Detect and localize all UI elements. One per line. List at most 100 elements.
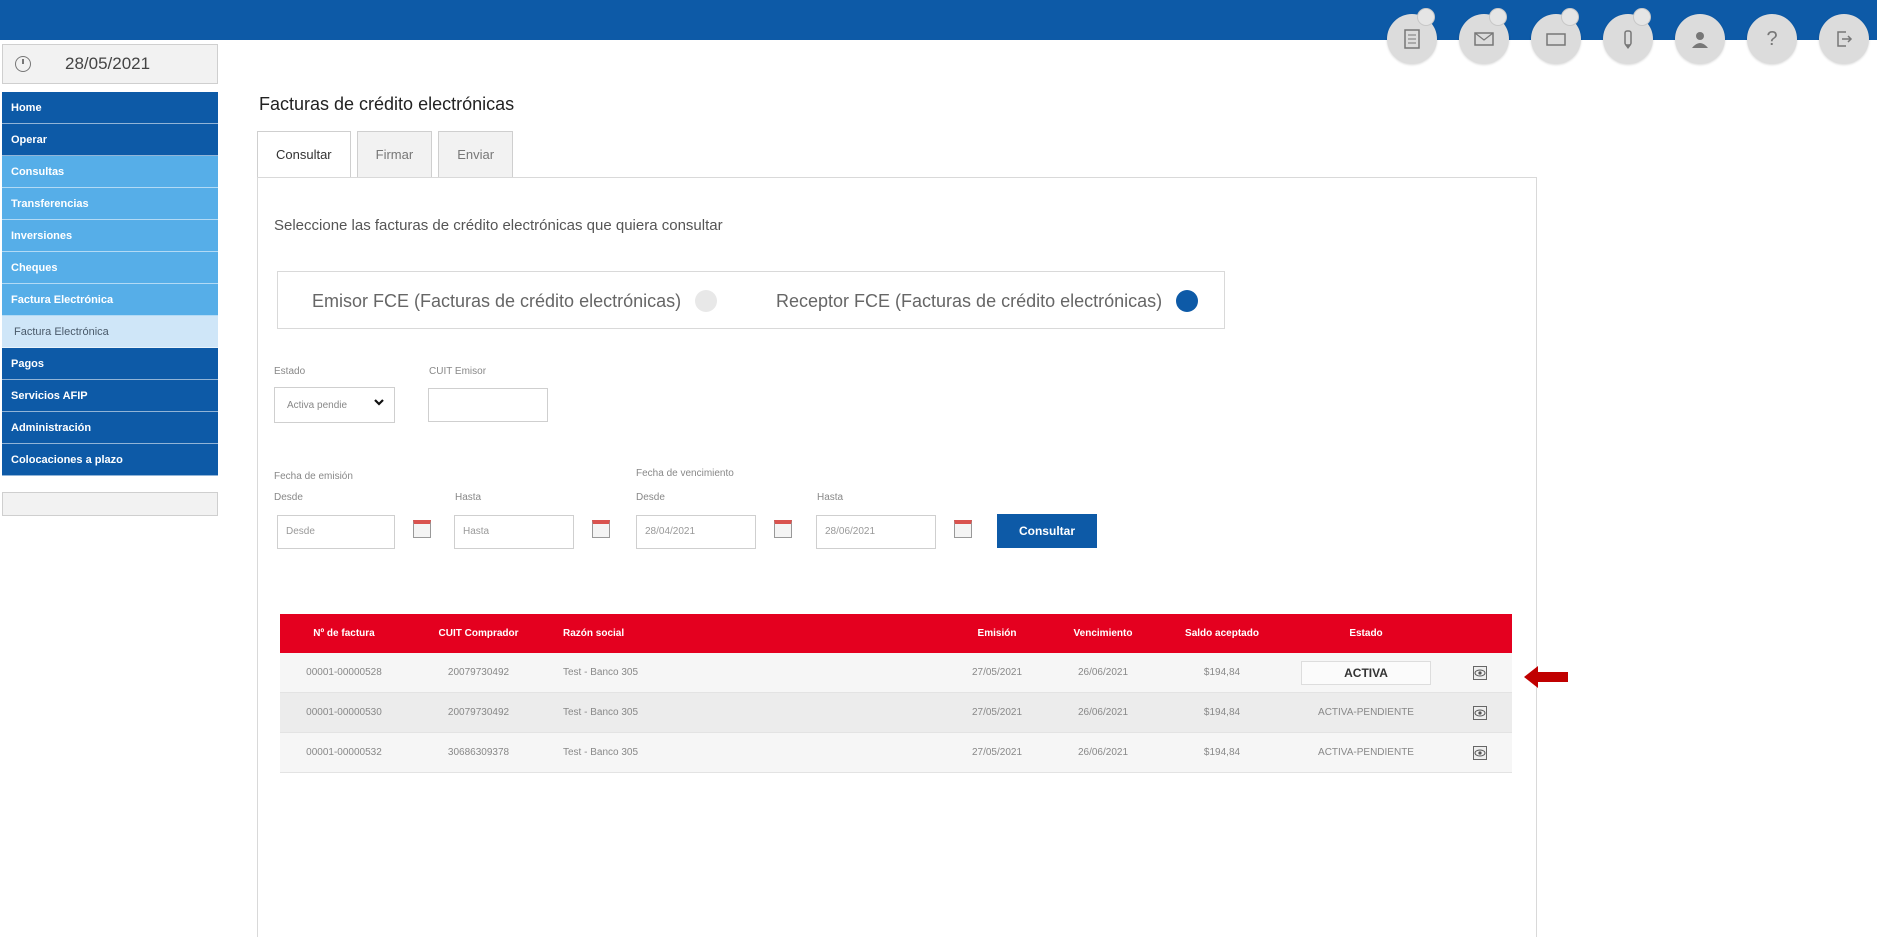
- calendar-icon[interactable]: [592, 520, 610, 538]
- cell-emision: 27/05/2021: [947, 732, 1047, 773]
- pen-icon[interactable]: [1603, 8, 1653, 64]
- role-option-emisor[interactable]: Emisor FCE (Facturas de crédito electrón…: [312, 290, 718, 312]
- tab-consultar[interactable]: Consultar: [257, 131, 351, 178]
- arrow-left-icon: [1524, 666, 1568, 688]
- emision-hasta-label: Hasta: [455, 492, 482, 503]
- cell-razon-social: Test - Banco 305: [549, 653, 947, 693]
- sidebar-subitem-factura-electronica[interactable]: Factura Electrónica: [2, 316, 218, 348]
- tab-enviar[interactable]: Enviar: [438, 131, 514, 177]
- cell-emision: 27/05/2021: [947, 692, 1047, 733]
- table-row[interactable]: 00001-00000528 20079730492 Test - Banco …: [280, 653, 1512, 693]
- sidebar-item-colocaciones[interactable]: Colocaciones a plazo: [2, 444, 218, 476]
- fecha-vencimiento-label: Fecha de vencimiento: [636, 468, 734, 479]
- table-header-row: Nº de factura CUIT Comprador Razón socia…: [280, 614, 1512, 653]
- estado-select[interactable]: Activa pendie: [274, 387, 395, 423]
- sidebar-item-operar[interactable]: Operar: [2, 124, 218, 156]
- view-eye-icon[interactable]: [1472, 705, 1487, 720]
- consultar-button[interactable]: Consultar: [997, 514, 1097, 548]
- facturas-table: Nº de factura CUIT Comprador Razón socia…: [280, 614, 1512, 773]
- header-nro-factura[interactable]: Nº de factura: [280, 614, 408, 653]
- emision-desde-input[interactable]: Desde: [277, 515, 395, 549]
- header-estado[interactable]: Estado: [1285, 614, 1447, 653]
- current-date: 28/05/2021: [65, 54, 151, 73]
- mail-icon[interactable]: [1459, 8, 1509, 64]
- emision-desde-label: Desde: [274, 492, 303, 503]
- date-display: 28/05/2021: [2, 44, 218, 84]
- header-cuit-comprador[interactable]: CUIT Comprador: [408, 614, 549, 653]
- cell-razon-social: Test - Banco 305: [549, 692, 947, 733]
- notification-dot: [1561, 8, 1579, 26]
- header-vencimiento[interactable]: Vencimiento: [1047, 614, 1159, 653]
- wallet-icon[interactable]: [1531, 8, 1581, 64]
- help-icon[interactable]: ?: [1747, 14, 1797, 64]
- notification-dot: [1489, 8, 1507, 26]
- cuit-emisor-label: CUIT Emisor: [429, 366, 487, 377]
- question-glyph: ?: [1766, 27, 1778, 50]
- status-badge: ACTIVA: [1301, 660, 1431, 685]
- fecha-emision-label: Fecha de emisión: [274, 471, 353, 482]
- cell-cuit: 30686309378: [408, 732, 549, 773]
- sidebar-item-home[interactable]: Home: [2, 92, 218, 124]
- cell-saldo: $194,84: [1159, 692, 1285, 733]
- sidebar-nav: Home Operar Consultas Transferencias Inv…: [2, 92, 218, 476]
- sidebar-item-factura-electronica[interactable]: Factura Electrónica: [2, 284, 218, 316]
- venc-desde-label: Desde: [636, 492, 665, 503]
- radio-emisor[interactable]: [695, 290, 718, 312]
- cell-saldo: $194,84: [1159, 732, 1285, 773]
- sidebar-item-servicios-afip[interactable]: Servicios AFIP: [2, 380, 218, 412]
- cell-cuit: 20079730492: [408, 692, 549, 733]
- cell-vencimiento: 26/06/2021: [1047, 653, 1159, 693]
- sidebar-item-administracion[interactable]: Administración: [2, 412, 218, 444]
- role-receptor-label: Receptor FCE (Facturas de crédito electr…: [776, 290, 1163, 311]
- calendar-icon[interactable]: [954, 520, 972, 538]
- sidebar-item-transferencias[interactable]: Transferencias: [2, 188, 218, 220]
- view-eye-icon[interactable]: [1472, 745, 1487, 760]
- page-title: Facturas de crédito electrónicas: [259, 94, 515, 114]
- cell-razon-social: Test - Banco 305: [549, 732, 947, 773]
- user-icon[interactable]: [1675, 14, 1725, 64]
- chevron-down-icon: [374, 399, 384, 406]
- role-option-receptor[interactable]: Receptor FCE (Facturas de crédito electr…: [776, 290, 1199, 312]
- table-row[interactable]: 00001-00000530 20079730492 Test - Banco …: [280, 692, 1512, 733]
- header-icon-group: ?: [1387, 8, 1869, 74]
- clock-icon: [15, 56, 31, 72]
- notification-dot: [1417, 8, 1435, 26]
- header-actions: [1447, 614, 1512, 653]
- header-emision[interactable]: Emisión: [947, 614, 1047, 653]
- venc-hasta-input[interactable]: 28/06/2021: [816, 515, 936, 549]
- notification-dot: [1633, 8, 1651, 26]
- cell-cuit: 20079730492: [408, 653, 549, 693]
- logout-icon[interactable]: [1819, 14, 1869, 64]
- cell-estado: ACTIVA: [1285, 653, 1447, 693]
- document-icon[interactable]: [1387, 8, 1437, 64]
- radio-receptor[interactable]: [1176, 290, 1199, 312]
- sidebar-item-cheques[interactable]: Cheques: [2, 252, 218, 284]
- sidebar-item-consultas[interactable]: Consultas: [2, 156, 218, 188]
- estado-select-value: Activa pendie: [287, 399, 348, 411]
- cell-emision: 27/05/2021: [947, 653, 1047, 693]
- sidebar-item-inversiones[interactable]: Inversiones: [2, 220, 218, 252]
- venc-hasta-label: Hasta: [817, 492, 844, 503]
- cell-vencimiento: 26/06/2021: [1047, 692, 1159, 733]
- sidebar-item-pagos[interactable]: Pagos: [2, 348, 218, 380]
- tab-firmar[interactable]: Firmar: [356, 131, 433, 177]
- calendar-icon[interactable]: [774, 520, 792, 538]
- sidebar-empty-box: [2, 492, 218, 516]
- cell-actions: [1447, 653, 1512, 693]
- instructions-text: Seleccione las facturas de crédito elect…: [274, 217, 723, 234]
- emision-hasta-input[interactable]: Hasta: [454, 515, 574, 549]
- venc-desde-input[interactable]: 28/04/2021: [636, 515, 756, 549]
- view-eye-icon[interactable]: [1472, 665, 1487, 680]
- cell-vencimiento: 26/06/2021: [1047, 732, 1159, 773]
- table-row[interactable]: 00001-00000532 30686309378 Test - Banco …: [280, 732, 1512, 773]
- cell-estado: ACTIVA-PENDIENTE: [1285, 732, 1447, 773]
- cuit-emisor-input[interactable]: [428, 388, 548, 422]
- estado-label: Estado: [274, 366, 306, 377]
- tab-bar: Consultar Firmar Enviar: [257, 131, 519, 178]
- header-saldo-aceptado[interactable]: Saldo aceptado: [1159, 614, 1285, 653]
- cell-actions: [1447, 692, 1512, 733]
- cell-factura: 00001-00000530: [280, 692, 408, 733]
- cell-estado: ACTIVA-PENDIENTE: [1285, 692, 1447, 733]
- header-razon-social[interactable]: Razón social: [549, 614, 947, 653]
- calendar-icon[interactable]: [413, 520, 431, 538]
